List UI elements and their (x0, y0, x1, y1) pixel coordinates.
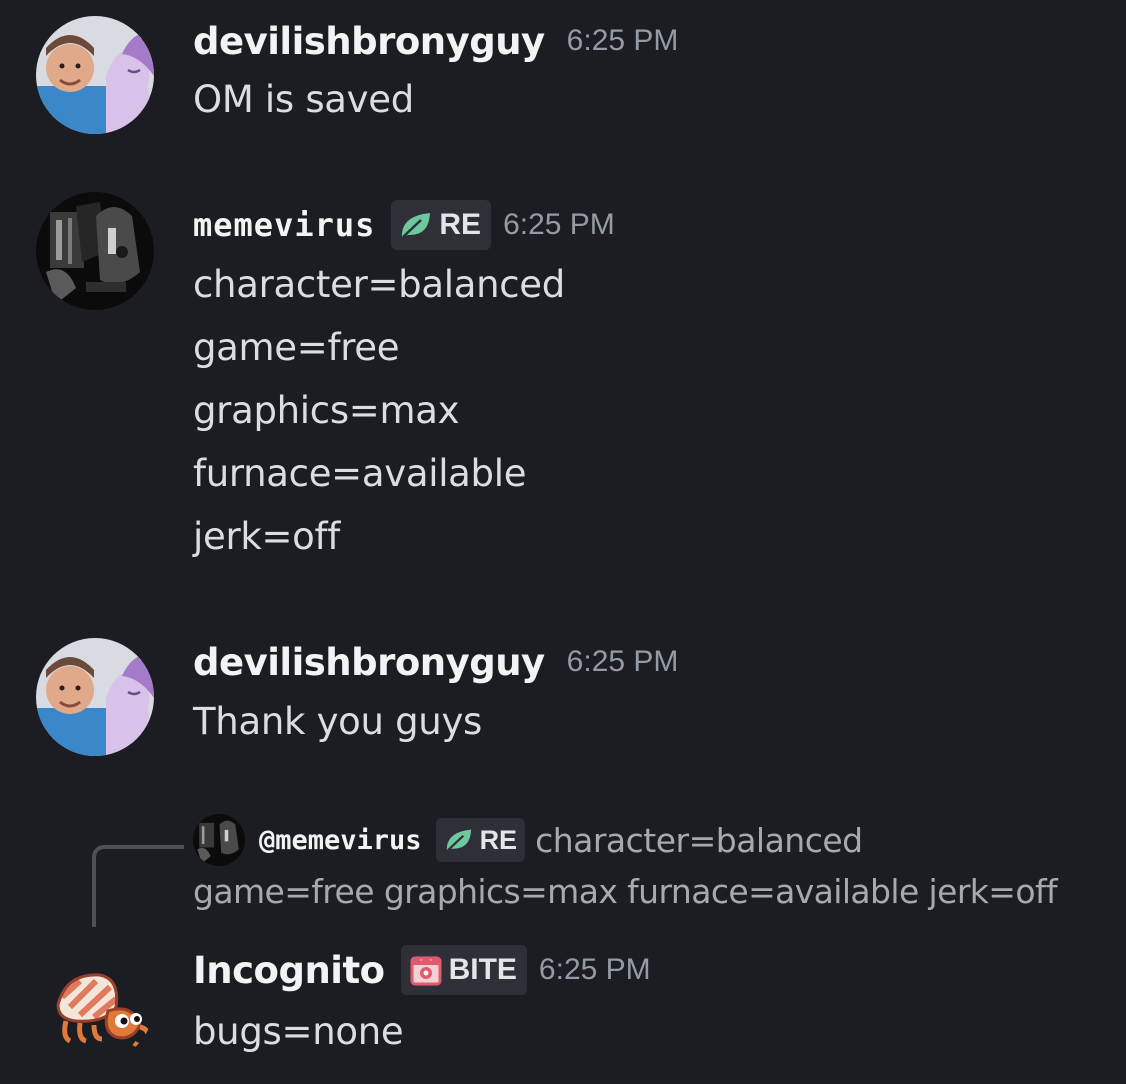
user-avatar-devilishbronyguy[interactable] (36, 16, 154, 134)
message-line: graphics=max (193, 389, 460, 432)
username[interactable]: devilishbronyguy (193, 20, 545, 63)
message-content: Thank you guys (193, 700, 483, 743)
message-line: jerk=off (193, 515, 340, 558)
user-avatar-memevirus[interactable] (36, 192, 154, 310)
user-avatar-incognito[interactable] (36, 945, 154, 1063)
reply-preview[interactable]: @memevirus RE character=balanced (193, 814, 863, 866)
reply-guild-tag[interactable]: RE (435, 818, 526, 862)
reply-avatar-memevirus[interactable] (193, 814, 245, 866)
leaf-icon (402, 213, 431, 238)
timestamp[interactable]: 6:25 PM (567, 24, 679, 58)
reply-mention[interactable]: @memevirus (259, 825, 422, 856)
message-line: game=free (193, 326, 400, 369)
timestamp[interactable]: 6:25 PM (567, 645, 679, 679)
bite-icon (410, 956, 442, 986)
message-line: furnace=available (193, 452, 527, 495)
guild-tag[interactable]: RE (391, 200, 492, 250)
timestamp[interactable]: 6:25 PM (539, 953, 651, 987)
leaf-icon (446, 829, 471, 852)
guild-tag-label: RE (439, 208, 482, 241)
message-header: Incognito BITE 6:25 PM (193, 943, 651, 997)
reply-guild-tag-label: RE (479, 824, 518, 855)
guild-tag-label: BITE (448, 953, 517, 986)
username[interactable]: Incognito (193, 949, 385, 992)
message-content: bugs=none (193, 1010, 404, 1053)
message-header: devilishbronyguy 6:25 PM (193, 633, 678, 691)
user-avatar-devilishbronyguy[interactable] (36, 638, 154, 756)
message-line: character=balanced (193, 263, 565, 306)
reply-spine (92, 845, 184, 927)
message-header: memevirus RE 6:25 PM (193, 197, 615, 253)
timestamp[interactable]: 6:25 PM (503, 208, 615, 242)
username[interactable]: memevirus (193, 206, 375, 244)
message-content: OM is saved (193, 78, 414, 121)
reply-preview-text: game=free graphics=max furnace=available… (193, 872, 1058, 911)
guild-tag[interactable]: BITE (400, 945, 527, 995)
username[interactable]: devilishbronyguy (193, 641, 545, 684)
reply-preview-text: character=balanced (535, 820, 863, 860)
message-header: devilishbronyguy 6:25 PM (193, 12, 678, 70)
